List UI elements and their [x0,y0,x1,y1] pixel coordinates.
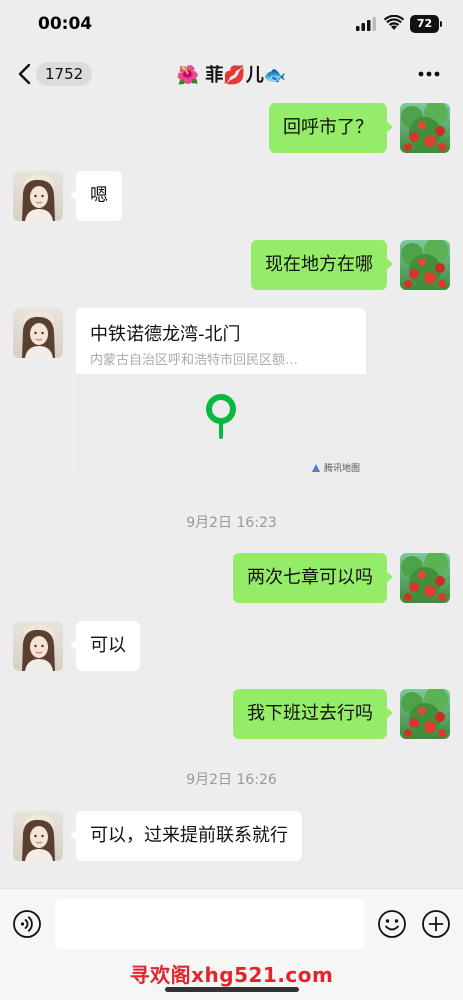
location-title: 中铁诺德龙湾-北门 [90,324,241,345]
map-provider-label: 腾讯地图 [311,461,360,474]
status-bar: 00:04 72 [0,0,463,50]
map-provider-text: 腾讯地图 [323,464,360,474]
message-bubble-incoming[interactable]: 嗯 [70,171,122,221]
message-row: 现在地方在哪 [0,240,463,290]
my-avatar[interactable] [400,553,450,603]
contact-avatar[interactable] [13,308,63,358]
message-row: 嗯 [0,171,463,221]
map-provider-icon [311,463,320,472]
location-map-preview: 腾讯地图 [76,374,366,480]
voice-icon[interactable] [12,909,42,939]
timestamp: 9月2日 16:23 [186,515,277,531]
ellipsis-icon[interactable] [416,62,442,86]
message-bubble-outgoing[interactable]: 两次七章可以吗 [233,553,393,603]
location-message-card[interactable]: 中铁诺德龙湾-北门 内蒙古自治区呼和浩特市回民区额… 腾讯地图 [76,308,366,480]
timestamp: 9月2日 16:26 [186,772,277,788]
my-avatar[interactable] [400,103,450,153]
message-row: 可以，过来提前联系就行 [0,811,463,861]
wifi-icon [384,15,404,30]
message-row: 回呼市了？ [0,103,463,153]
message-bubble-outgoing[interactable]: 回呼市了？ [269,103,393,153]
contact-avatar[interactable] [13,171,63,221]
input-bar: 寻欢阁xhg521.com [0,888,463,1000]
chat-header: 1752 🌺 菲💋儿🐟 [0,50,463,98]
my-avatar[interactable] [400,240,450,290]
message-row: 可以 [0,621,463,671]
message-bubble-outgoing[interactable]: 现在地方在哪 [251,240,393,290]
status-time: 00:04 [38,14,93,34]
contact-avatar[interactable] [13,621,63,671]
message-input[interactable] [55,899,364,949]
message-bubble-incoming[interactable]: 可以 [70,621,140,671]
plus-icon[interactable] [421,909,451,939]
emoji-icon[interactable] [377,909,407,939]
message-bubble-incoming[interactable]: 可以，过来提前联系就行 [70,811,302,861]
chat-title: 🌺 菲💋儿🐟 [176,65,287,86]
location-address: 内蒙古自治区呼和浩特市回民区额… [90,353,299,368]
battery-indicator: 72 [410,15,442,33]
message-row: 我下班过去行吗 [0,689,463,739]
cellular-signal-icon [356,17,376,31]
message-row: 两次七章可以吗 [0,553,463,603]
contact-avatar[interactable] [13,811,63,861]
home-indicator [165,987,299,992]
message-bubble-outgoing[interactable]: 我下班过去行吗 [233,689,393,739]
my-avatar[interactable] [400,689,450,739]
watermark-text: 寻欢阁xhg521.com [129,963,334,987]
map-pin-icon [206,394,236,439]
